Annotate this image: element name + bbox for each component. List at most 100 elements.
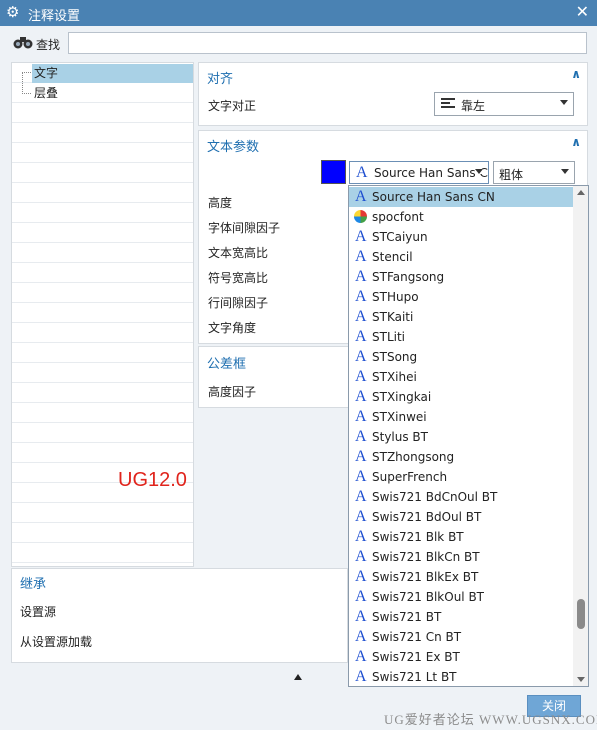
font-option-label: Swis721 BlkCn BT [372,550,480,564]
font-icon: A [355,648,367,665]
font-option[interactable]: A Swis721 BlkEx BT [349,567,573,587]
collapse-align-icon[interactable]: ∧ [571,67,581,81]
font-option-label: Swis721 Cn BT [372,630,462,644]
font-option[interactable]: A STLiti [349,327,573,347]
tree-row [12,163,193,183]
tree-row [12,303,193,323]
font-option-label: Stylus BT [372,430,428,444]
font-option-label: Swis721 Blk BT [372,530,464,544]
font-option[interactable]: A STZhongsong [349,447,573,467]
font-icon: A [355,508,367,525]
font-option[interactable]: A STXingkai [349,387,573,407]
font-icon: A [355,608,367,625]
font-option[interactable]: A Swis721 BlkOul BT [349,587,573,607]
section-title-text-params: 文本参数 [207,140,260,155]
collapse-text-params-icon[interactable]: ∧ [571,135,581,149]
text-color-swatch[interactable] [321,160,346,184]
font-option[interactable]: A Stylus BT [349,427,573,447]
tree-connector [22,72,23,94]
tree-item-text[interactable]: 文字 [32,64,193,83]
tree-connector [22,93,31,94]
font-option-label: spocfont [372,210,424,224]
font-option[interactable]: A Swis721 BdCnOul BT [349,487,573,507]
tree-row [12,283,193,303]
font-color-icon [354,210,367,223]
font-option[interactable]: A SuperFrench [349,467,573,487]
tree-row [12,543,193,563]
site-watermark: UG爱好者论坛 WWW.UGSNX.COM [384,712,597,727]
chevron-down-icon [561,169,569,174]
text-align-select[interactable]: 靠左 [434,92,574,116]
scrollbar-thumb[interactable] [577,599,585,629]
font-option[interactable]: A Source Han Sans CN [349,187,573,207]
tree-row [12,523,193,543]
tree-item-stacking[interactable]: 层叠 [32,84,58,103]
align-left-icon [441,98,455,110]
font-option-label: STXihei [372,370,417,384]
font-option-label: Swis721 BT [372,610,442,624]
tree-row [12,243,193,263]
font-option-label: Swis721 Ex BT [372,650,460,664]
font-option[interactable]: spocfont [349,207,573,227]
font-option[interactable]: A Swis721 BT [349,607,573,627]
font-option-label: Stencil [372,250,413,264]
close-icon[interactable]: ✕ [576,3,589,21]
font-option[interactable]: A STSong [349,347,573,367]
tree-row [12,403,193,423]
font-option-label: STFangsong [372,270,445,284]
tree-row [12,383,193,403]
font-option[interactable]: A STHupo [349,287,573,307]
search-input[interactable] [68,32,587,54]
tree-row [12,323,193,343]
font-style-select[interactable]: 粗体 [493,161,575,184]
font-option[interactable]: A Swis721 Blk BT [349,527,573,547]
tree-row [12,203,193,223]
font-icon: A [355,308,367,325]
font-option-label: Swis721 BlkOul BT [372,590,485,604]
font-style-value: 粗体 [499,168,524,182]
scroll-up-arrow-icon[interactable] [577,190,585,195]
load-from-source-label[interactable]: 从设置源加载 [20,633,92,650]
font-option[interactable]: A STXihei [349,367,573,387]
tree-row [12,423,193,443]
tree-row [12,443,193,463]
font-icon: A [355,548,367,565]
font-option[interactable]: A Swis721 Lt BT [349,667,573,686]
font-select[interactable]: A Source Han Sans CN [349,161,489,184]
font-option[interactable]: A STFangsong [349,267,573,287]
font-icon: A [355,188,367,205]
font-option-label: STZhongsong [372,450,455,464]
settings-source-label: 设置源 [20,605,57,619]
tree-row [12,183,193,203]
char-gap-factor-label: 字体间隙因子 [208,221,281,235]
scrollbar[interactable] [573,186,588,686]
font-icon: A [355,228,367,245]
text-align-label: 文字对正 [208,99,257,113]
font-option-label: Swis721 BlkEx BT [372,570,479,584]
font-option[interactable]: A STKaiti [349,307,573,327]
font-option[interactable]: A Swis721 Ex BT [349,647,573,667]
chevron-up-icon[interactable] [294,674,302,680]
tree-connector [22,72,31,73]
font-icon: A [355,668,367,685]
font-icon: A [355,248,367,265]
font-option-label: STXinwei [372,410,427,424]
font-icon: A [355,628,367,645]
font-dropdown-list: A Source Han Sans CN spocfont A STCaiyun A Ste… [348,185,589,687]
scroll-down-arrow-icon[interactable] [577,677,585,682]
font-option-label: STKaiti [372,310,414,324]
search-label: 查找 [36,38,61,52]
font-option-label: STLiti [372,330,406,344]
font-icon: A [355,528,367,545]
font-option[interactable]: A Swis721 Cn BT [349,627,573,647]
font-icon: A [355,368,367,385]
font-option[interactable]: A Stencil [349,247,573,267]
font-option[interactable]: A STCaiyun [349,227,573,247]
font-option[interactable]: A Swis721 BdOul BT [349,507,573,527]
line-gap-factor-label: 行间隙因子 [208,296,269,310]
font-icon: A [356,164,368,181]
font-icon: A [355,428,367,445]
font-value: Source Han Sans CN [374,166,489,180]
font-option[interactable]: A STXinwei [349,407,573,427]
font-option[interactable]: A Swis721 BlkCn BT [349,547,573,567]
